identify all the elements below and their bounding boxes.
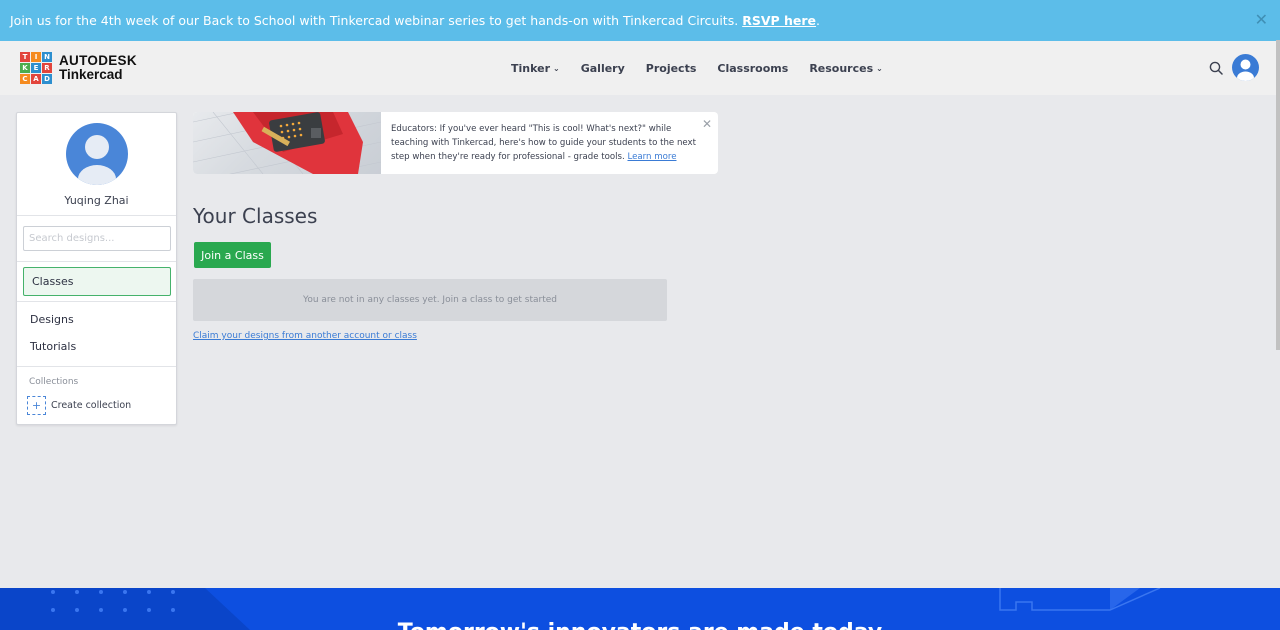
nav-classrooms-label: Classrooms (717, 61, 789, 75)
logo-letter: N (42, 52, 52, 62)
tinkercad-logo[interactable]: T I N K E R C A D AUTODESK Tinkercad (20, 52, 137, 84)
logo-letter: K (20, 63, 30, 73)
profile-avatar-icon[interactable] (66, 123, 128, 185)
search-icon[interactable] (1209, 61, 1223, 75)
divider (17, 366, 176, 367)
promo-footer: Tomorrow's innovators are made today (0, 588, 1280, 630)
educator-promo-card: Educators: If you've ever heard "This is… (193, 112, 718, 174)
empty-classes-message: You are not in any classes yet. Join a c… (193, 279, 667, 321)
divider (17, 301, 176, 302)
scrollbar-thumb[interactable] (1276, 40, 1280, 350)
nav-resources-label: Resources (809, 61, 874, 75)
microbit-promo-image (193, 112, 381, 174)
page-title: Your Classes (193, 204, 318, 228)
nav-gallery-label: Gallery (580, 61, 625, 75)
logo-letter: D (42, 74, 52, 84)
logo-wordmark: AUTODESK Tinkercad (59, 54, 137, 82)
logo-letter: E (31, 63, 41, 73)
nav-resources[interactable]: Resources ⌄ (809, 62, 883, 75)
banner-close-icon[interactable]: ✕ (1255, 10, 1268, 29)
nav-projects-label: Projects (645, 61, 697, 75)
banner-text: Join us for the 4th week of our Back to … (10, 13, 739, 28)
nav-projects[interactable]: Projects (646, 62, 697, 75)
nav-tinker[interactable]: Tinker ⌄ (511, 62, 560, 75)
main-nav: Tinker ⌄ Gallery Projects Classrooms Res… (511, 41, 904, 95)
sidebar-item-designs[interactable]: Designs (30, 313, 74, 326)
logo-letter: R (42, 63, 52, 73)
logo-letter: C (20, 74, 30, 84)
chevron-down-icon: ⌄ (876, 63, 883, 73)
logo-brand: AUTODESK (59, 53, 137, 68)
claim-designs-link[interactable]: Claim your designs from another account … (193, 331, 417, 341)
logo-letter: I (31, 52, 41, 62)
plus-icon: + (27, 396, 46, 415)
chevron-down-icon: ⌄ (553, 63, 560, 73)
banner-period: . (816, 13, 821, 28)
sidebar-item-classes[interactable]: Classes (23, 267, 171, 296)
promo-text: Educators: If you've ever heard "This is… (391, 122, 706, 164)
site-header: T I N K E R C A D AUTODESK Tinkercad Tin… (0, 41, 1280, 95)
user-avatar-icon[interactable] (1232, 54, 1259, 81)
divider (17, 261, 176, 262)
nav-tinker-label: Tinker (511, 61, 551, 75)
empty-classes-text: You are not in any classes yet. Join a c… (303, 295, 557, 305)
search-designs-input[interactable] (23, 226, 171, 251)
announcement-banner: Join us for the 4th week of our Back to … (0, 0, 1280, 41)
create-collection-label: Create collection (51, 400, 132, 411)
nav-classrooms[interactable]: Classrooms (717, 62, 788, 75)
create-collection-button[interactable]: + Create collection (27, 396, 131, 415)
profile-username: Yuqing Zhai (64, 194, 129, 207)
learn-more-link[interactable]: Learn more (627, 152, 676, 162)
collections-heading: Collections (29, 377, 79, 387)
sidebar-item-tutorials[interactable]: Tutorials (30, 340, 76, 353)
logo-letter: T (20, 52, 30, 62)
footer-headline: Tomorrow's innovators are made today (0, 620, 1280, 630)
dashboard-sidebar: Yuqing Zhai Classes Designs Tutorials Co… (16, 112, 177, 425)
logo-grid-icon: T I N K E R C A D (20, 52, 52, 84)
nav-gallery[interactable]: Gallery (581, 62, 625, 75)
logo-letter: A (31, 74, 41, 84)
divider (17, 215, 176, 216)
join-class-button[interactable]: Join a Class (194, 242, 271, 268)
rsvp-link[interactable]: RSVP here (742, 13, 816, 28)
logo-product: Tinkercad (59, 67, 123, 82)
promo-close-icon[interactable]: ✕ (702, 117, 712, 131)
